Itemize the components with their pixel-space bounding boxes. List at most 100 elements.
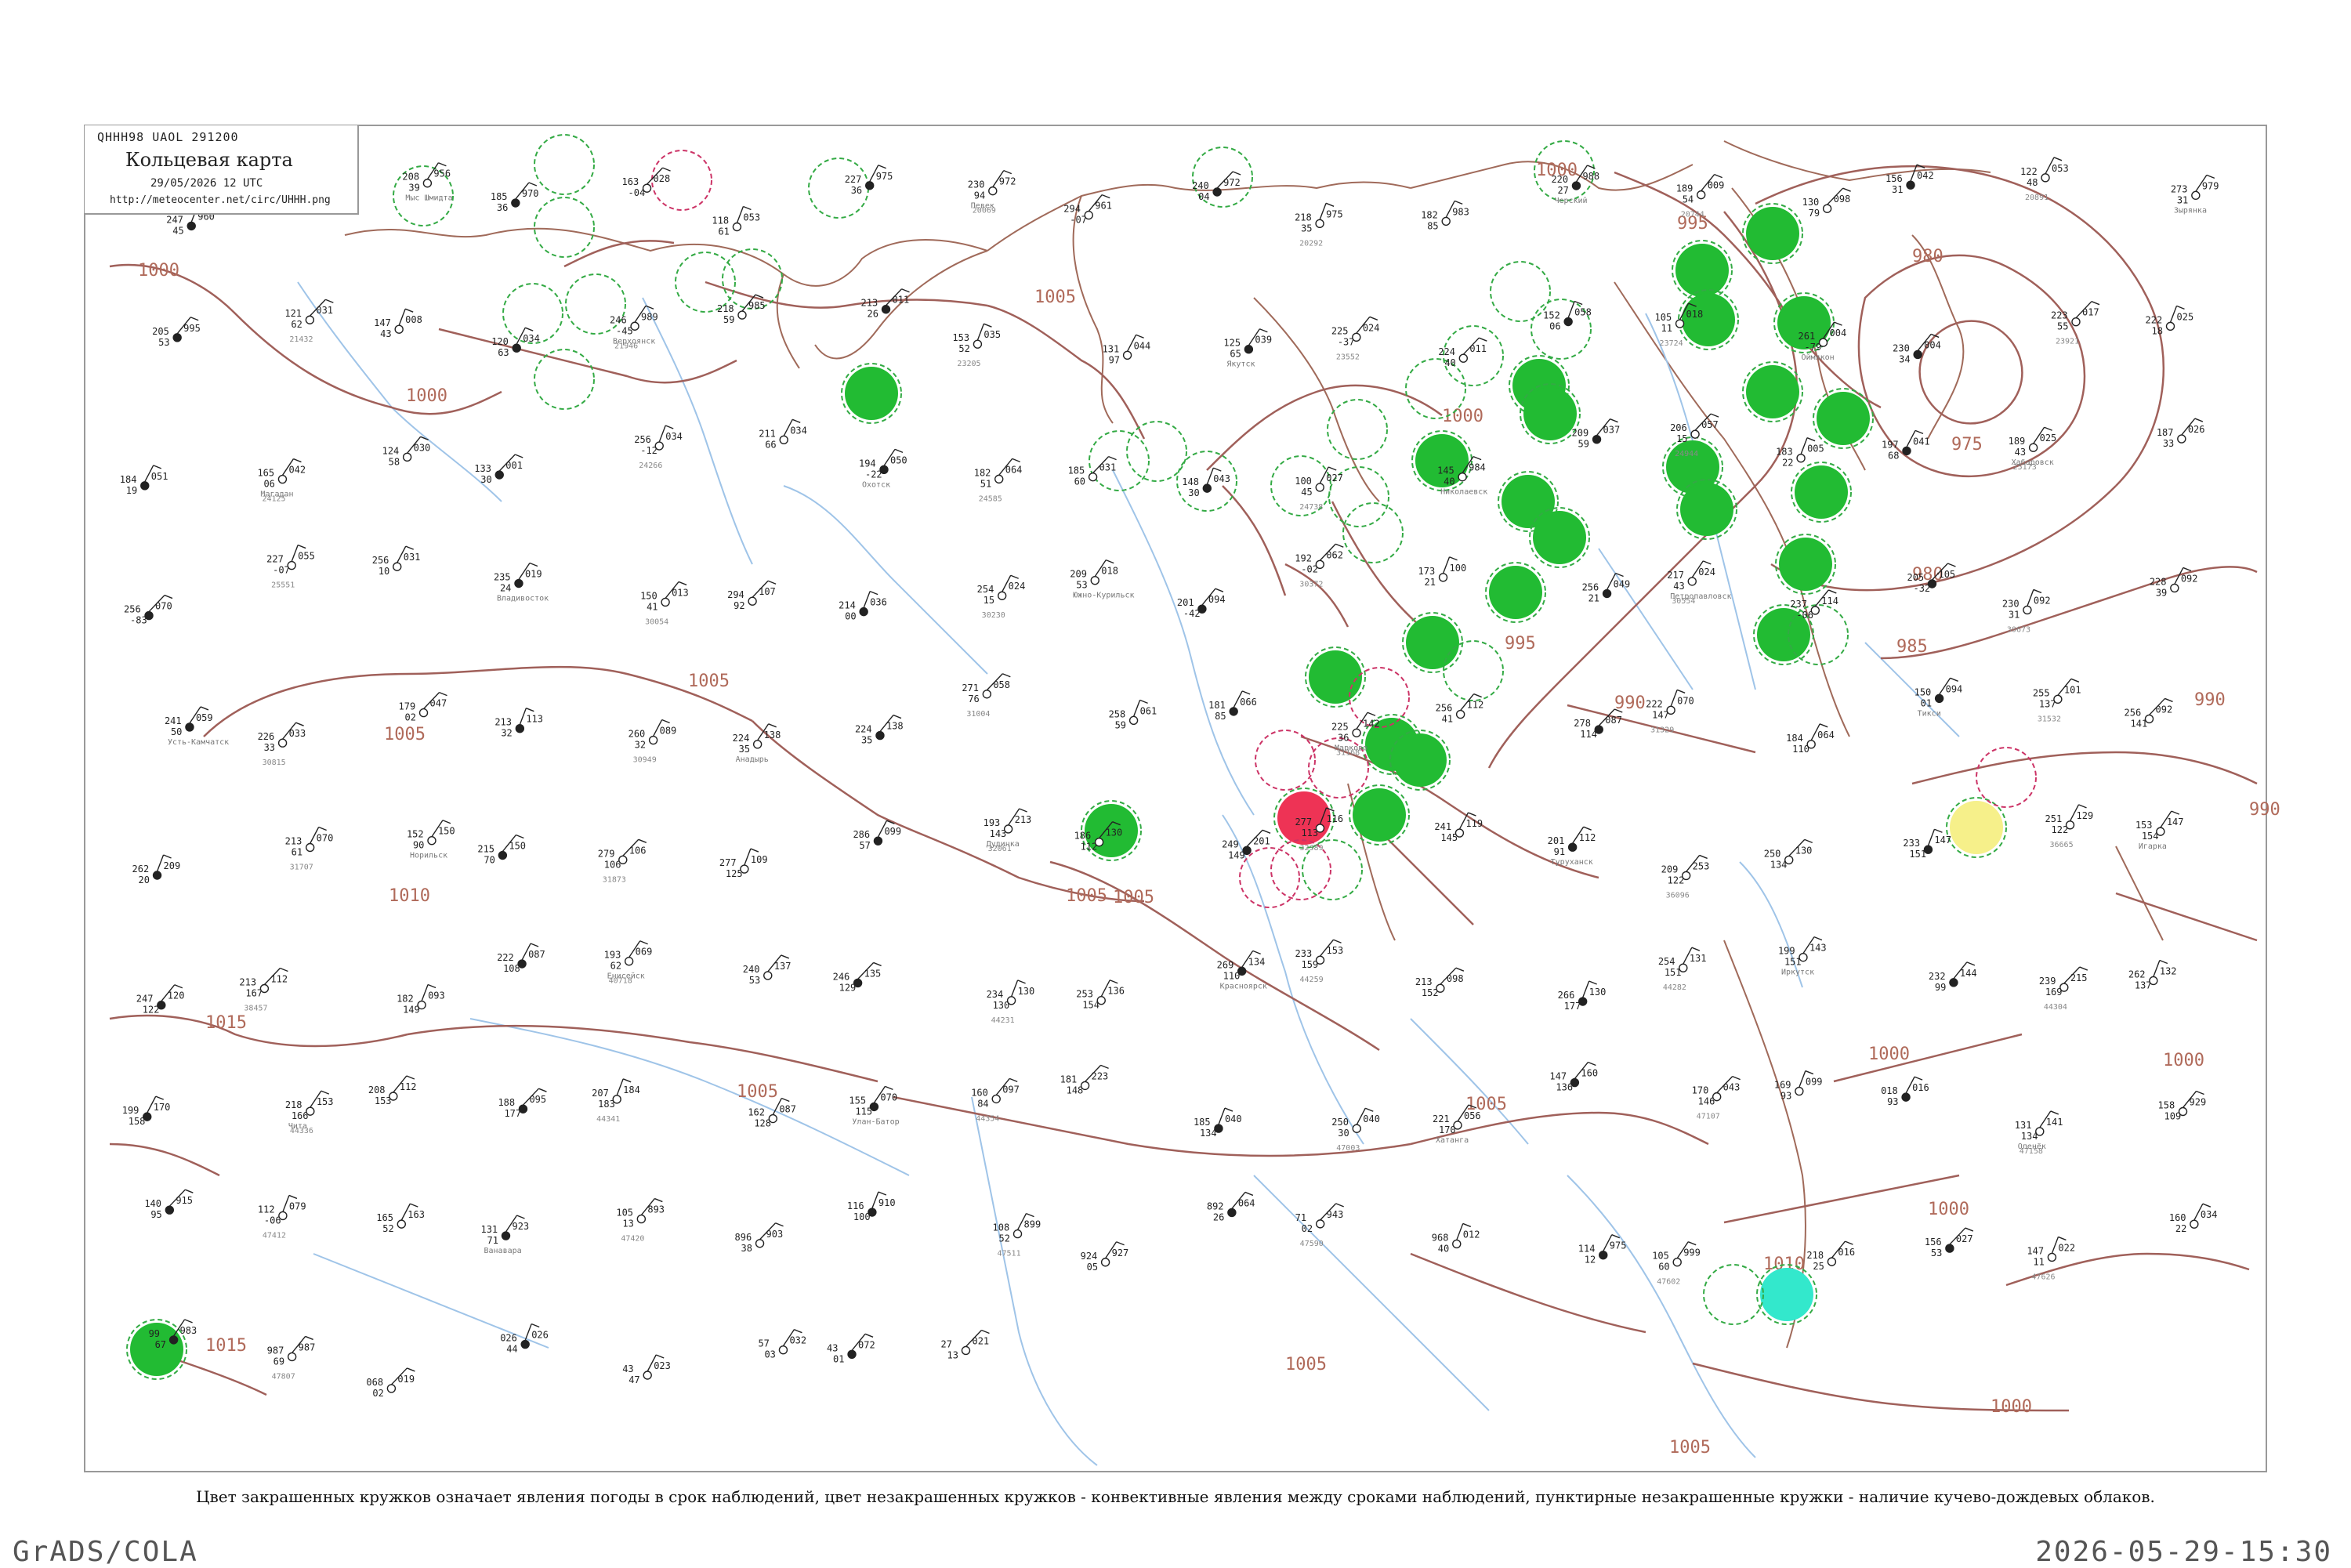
station-plot[interactable]: 155115070 — [849, 1085, 897, 1117]
station-plot[interactable]: 269110134 — [1217, 950, 1266, 981]
station-plot[interactable]: 17321 100 — [1418, 556, 1467, 588]
station-plot[interactable]: 15352 035 — [952, 323, 1001, 354]
station-plot[interactable]: 23094 972 — [968, 169, 1016, 201]
station-plot[interactable]: 233159153 — [1295, 939, 1344, 970]
station-plot[interactable]: 207183184 — [592, 1078, 640, 1110]
station-plot[interactable]: 25610 031 — [372, 545, 421, 577]
station-plot[interactable]: 251122129 — [2045, 804, 2094, 835]
station-plot[interactable]: 14095915 — [144, 1189, 194, 1220]
station-plot[interactable]: 153154147 — [2135, 810, 2184, 842]
station-plot[interactable]: 19362 069 — [604, 940, 653, 972]
station-plot[interactable]: 16084 097 — [971, 1077, 1020, 1109]
station-plot[interactable]: 250134130 — [1764, 838, 1813, 870]
station-plot[interactable]: 182149093 — [397, 983, 445, 1016]
station-plot[interactable]: 22435 138 — [733, 723, 781, 755]
station-plot[interactable]: 254151131 — [1658, 947, 1707, 978]
station-plot[interactable]: 201-42094 — [1177, 588, 1226, 619]
header-url[interactable]: http://meteocenter.net/circ/UHHH.png — [110, 194, 331, 206]
station-plot[interactable]: 25415 024 — [977, 574, 1026, 606]
station-plot[interactable]: 199151143 — [1778, 936, 1827, 968]
station-plot[interactable]: 256-12034 — [634, 425, 683, 456]
station-plot[interactable]: 181148223 — [1060, 1064, 1109, 1095]
station-plot[interactable]: 12248 053 — [2020, 157, 2069, 188]
station-plot[interactable]: 18419 051 — [120, 465, 168, 496]
station-plot[interactable]: 15206 058 — [1543, 300, 1592, 332]
station-plot[interactable]: 27176058 — [962, 673, 1011, 704]
station-plot[interactable]: 21570 150 — [477, 834, 526, 866]
station-plot[interactable]: 02644026 — [500, 1323, 549, 1355]
station-plot[interactable]: 01893 016 — [1881, 1076, 1929, 1107]
station-plot[interactable]: 13330001 — [474, 454, 523, 485]
station-plot[interactable]: 222108087 — [497, 943, 545, 974]
station-plot[interactable]: 22633 033 — [258, 722, 306, 753]
station-plot[interactable]: 7102943 — [1295, 1203, 1344, 1234]
station-plot[interactable]: 92405 927 — [1081, 1241, 1129, 1273]
station-plot[interactable]: 2713021 — [940, 1329, 990, 1360]
station-plot[interactable]: 25030 040 — [1331, 1107, 1380, 1139]
station-plot[interactable]: 116100910 — [847, 1191, 896, 1222]
station-plot[interactable]: 241145119 — [1434, 812, 1483, 843]
station-plot[interactable]: 253154136 — [1076, 980, 1125, 1011]
station-plot[interactable]: 22435 138 — [855, 714, 904, 746]
station-plot[interactable]: 10852 899 — [993, 1212, 1041, 1244]
station-plot[interactable]: 10045 027 — [1295, 466, 1343, 498]
station-plot[interactable]: 13197 044 — [1103, 334, 1151, 365]
station-plot[interactable]: 16993 099 — [1774, 1070, 1823, 1102]
station-plot[interactable]: 27331 979 — [2171, 174, 2219, 205]
station-plot[interactable]: 18185 066 — [1208, 690, 1257, 722]
station-plot[interactable]: 23034 004 — [1893, 333, 1941, 364]
station-plot[interactable]: 199158170 — [122, 1095, 171, 1127]
station-plot[interactable]: 170146043 — [1692, 1075, 1741, 1107]
station-plot[interactable]: 15290 150 — [407, 820, 455, 851]
station-plot[interactable]: 26032 089 — [629, 719, 677, 751]
station-plot[interactable]: 294-07961 — [1063, 194, 1112, 226]
station-plot[interactable]: 20839 956 — [402, 162, 451, 194]
station-plot[interactable]: 249149201 — [1222, 829, 1271, 860]
station-plot[interactable]: 16552 163 — [376, 1203, 425, 1234]
station-plot[interactable]: 16022 034 — [2169, 1203, 2218, 1234]
station-plot[interactable]: 227-07055 — [266, 544, 315, 576]
station-plot[interactable]: 222147070 — [1646, 689, 1694, 720]
station-plot[interactable]: 192-02062 — [1295, 543, 1344, 574]
station-plot[interactable]: 96840 012 — [1432, 1222, 1480, 1254]
station-plot[interactable]: 234130130 — [987, 980, 1035, 1011]
station-plot[interactable]: 20953 018 — [1070, 559, 1118, 591]
station-plot[interactable]: 11861 053 — [712, 205, 760, 237]
station-plot[interactable]: 185134040 — [1194, 1107, 1242, 1139]
station-plot[interactable]: 18733 026 — [2157, 418, 2205, 449]
station-plot[interactable]: 279106106 — [598, 838, 647, 870]
station-plot[interactable]: 193143213 — [984, 808, 1032, 839]
station-plot[interactable]: 21326011 — [861, 288, 910, 320]
station-plot[interactable]: 20191 112 — [1548, 826, 1596, 857]
station-plot[interactable]: 188177095 — [498, 1088, 547, 1119]
station-plot[interactable]: 24004972 — [1192, 171, 1241, 202]
station-plot[interactable]: 24150 059 — [165, 706, 213, 737]
station-plot[interactable]: 98769987 — [267, 1335, 316, 1367]
station-plot[interactable]: 21166 034 — [759, 418, 807, 450]
station-plot[interactable]: 18322 005 — [1776, 437, 1824, 469]
station-plot[interactable]: 184110064 — [1786, 723, 1835, 755]
station-plot[interactable]: 218166153 — [285, 1090, 334, 1121]
station-plot[interactable]: 12063 034 — [491, 327, 540, 358]
station-plot[interactable]: 247122120 — [136, 984, 185, 1016]
station-plot[interactable]: 239169215 — [2039, 966, 2088, 998]
station-plot[interactable]: 17902047 — [399, 691, 447, 723]
station-plot[interactable]: 4347 023 — [622, 1354, 671, 1385]
station-plot[interactable]: 13079098 — [1802, 187, 1851, 219]
station-plot[interactable]: 225-37024 — [1331, 316, 1380, 347]
station-plot[interactable]: 24053 137 — [743, 954, 792, 986]
station-plot[interactable]: 12565 039 — [1223, 328, 1272, 360]
station-plot[interactable]: 25621 049 — [1582, 572, 1631, 604]
station-plot[interactable]: 20553 995 — [152, 317, 201, 348]
station-plot[interactable]: 15041 013 — [640, 581, 689, 612]
station-plot[interactable]: 10560 999 — [1652, 1241, 1701, 1273]
station-plot[interactable]: 18943 025 — [2009, 426, 2057, 458]
station-plot[interactable]: 12458 030 — [382, 436, 431, 467]
station-plot[interactable]: 13171 923 — [480, 1215, 529, 1246]
station-plot[interactable]: 29492107 — [727, 580, 777, 611]
station-plot[interactable]: 158109929 — [2158, 1090, 2207, 1121]
station-plot[interactable]: 147136160 — [1549, 1061, 1598, 1093]
station-plot[interactable]: 112-06079 — [258, 1194, 306, 1226]
station-plot[interactable]: 209122253 — [1661, 854, 1710, 885]
station-plot[interactable]: 16506 042 — [257, 458, 306, 490]
